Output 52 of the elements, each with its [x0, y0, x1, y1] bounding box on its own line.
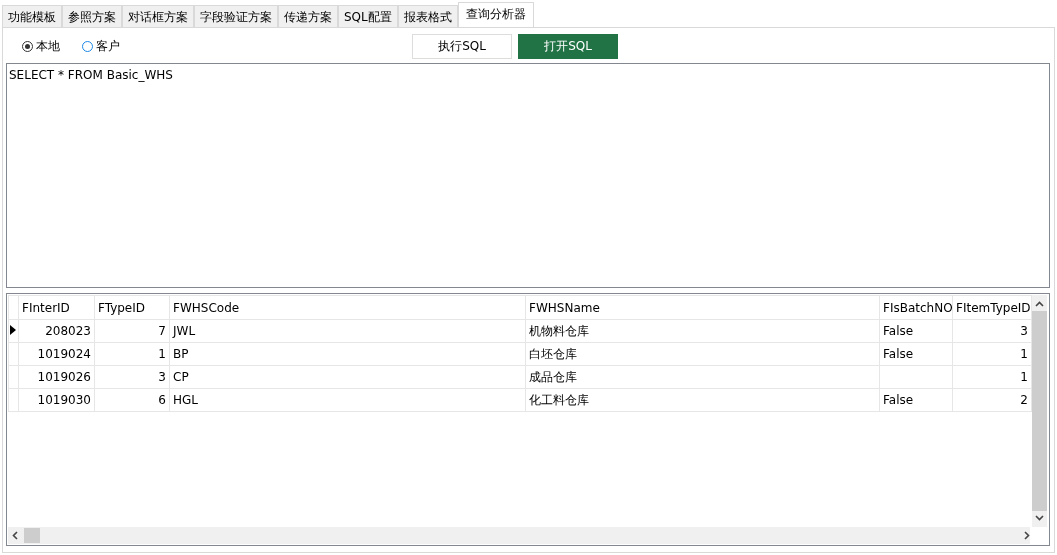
- scroll-down-icon[interactable]: [1035, 515, 1044, 521]
- scroll-up-icon[interactable]: [1035, 301, 1044, 307]
- table-cell: 7: [94, 319, 170, 343]
- table-cell: 1: [94, 342, 170, 366]
- table-cell: CP: [169, 365, 526, 389]
- column-header[interactable]: FWHSCode: [169, 295, 526, 320]
- radio-option[interactable]: 本地: [22, 37, 60, 55]
- tab[interactable]: 传递方案: [278, 5, 338, 27]
- scroll-right-icon[interactable]: [1024, 531, 1030, 540]
- sql-button[interactable]: 打开SQL: [518, 33, 618, 59]
- table-cell: 3: [94, 365, 170, 389]
- table-cell: HGL: [169, 388, 526, 412]
- tab[interactable]: 查询分析器: [457, 2, 534, 27]
- column-header[interactable]: FWHSName: [525, 295, 880, 320]
- table-cell: 3: [952, 319, 1032, 343]
- scrollbar-thumb[interactable]: [24, 528, 40, 543]
- table-cell: JWL: [169, 319, 526, 343]
- radio-option[interactable]: 客户: [82, 37, 120, 55]
- tab[interactable]: 功能模板: [2, 5, 62, 27]
- table-cell: False: [879, 342, 953, 366]
- table-cell: 6: [94, 388, 170, 412]
- table-cell: 1019024: [18, 342, 95, 366]
- table-cell: 208023: [18, 319, 95, 343]
- tab[interactable]: 报表格式: [397, 5, 458, 27]
- table-cell: 1: [952, 342, 1032, 366]
- column-header[interactable]: FInterID: [18, 295, 95, 320]
- table-cell: 机物料仓库: [525, 319, 880, 343]
- radio-label: 本地: [36, 37, 60, 55]
- column-header[interactable]: FIsBatchNO: [879, 295, 953, 320]
- table-cell: False: [879, 388, 953, 412]
- column-header[interactable]: FTypeID: [94, 295, 170, 320]
- tab[interactable]: 对话框方案: [122, 5, 194, 27]
- table-cell: 2: [952, 388, 1032, 412]
- tab[interactable]: SQL配置: [338, 5, 398, 27]
- tab[interactable]: 字段验证方案: [194, 5, 278, 27]
- current-row-icon: [10, 325, 16, 335]
- sql-button[interactable]: 执行SQL: [412, 33, 512, 59]
- table-cell: 1019026: [18, 365, 95, 389]
- tab[interactable]: 参照方案: [62, 5, 122, 27]
- sql-editor[interactable]: SELECT * FROM Basic_WHS: [6, 63, 1050, 288]
- row-header[interactable]: [8, 319, 19, 343]
- table-cell: 1: [952, 365, 1032, 389]
- scroll-left-icon[interactable]: [12, 531, 18, 540]
- table-cell: BP: [169, 342, 526, 366]
- horizontal-scrollbar[interactable]: [8, 527, 1030, 544]
- table-cell: False: [879, 319, 953, 343]
- table-cell: 1019030: [18, 388, 95, 412]
- table-cell: 化工料仓库: [525, 388, 880, 412]
- column-header[interactable]: FItemTypeID: [952, 295, 1032, 320]
- radio-label: 客户: [96, 37, 120, 55]
- table-cell: 成品仓库: [525, 365, 880, 389]
- table-cell: 白坯仓库: [525, 342, 880, 366]
